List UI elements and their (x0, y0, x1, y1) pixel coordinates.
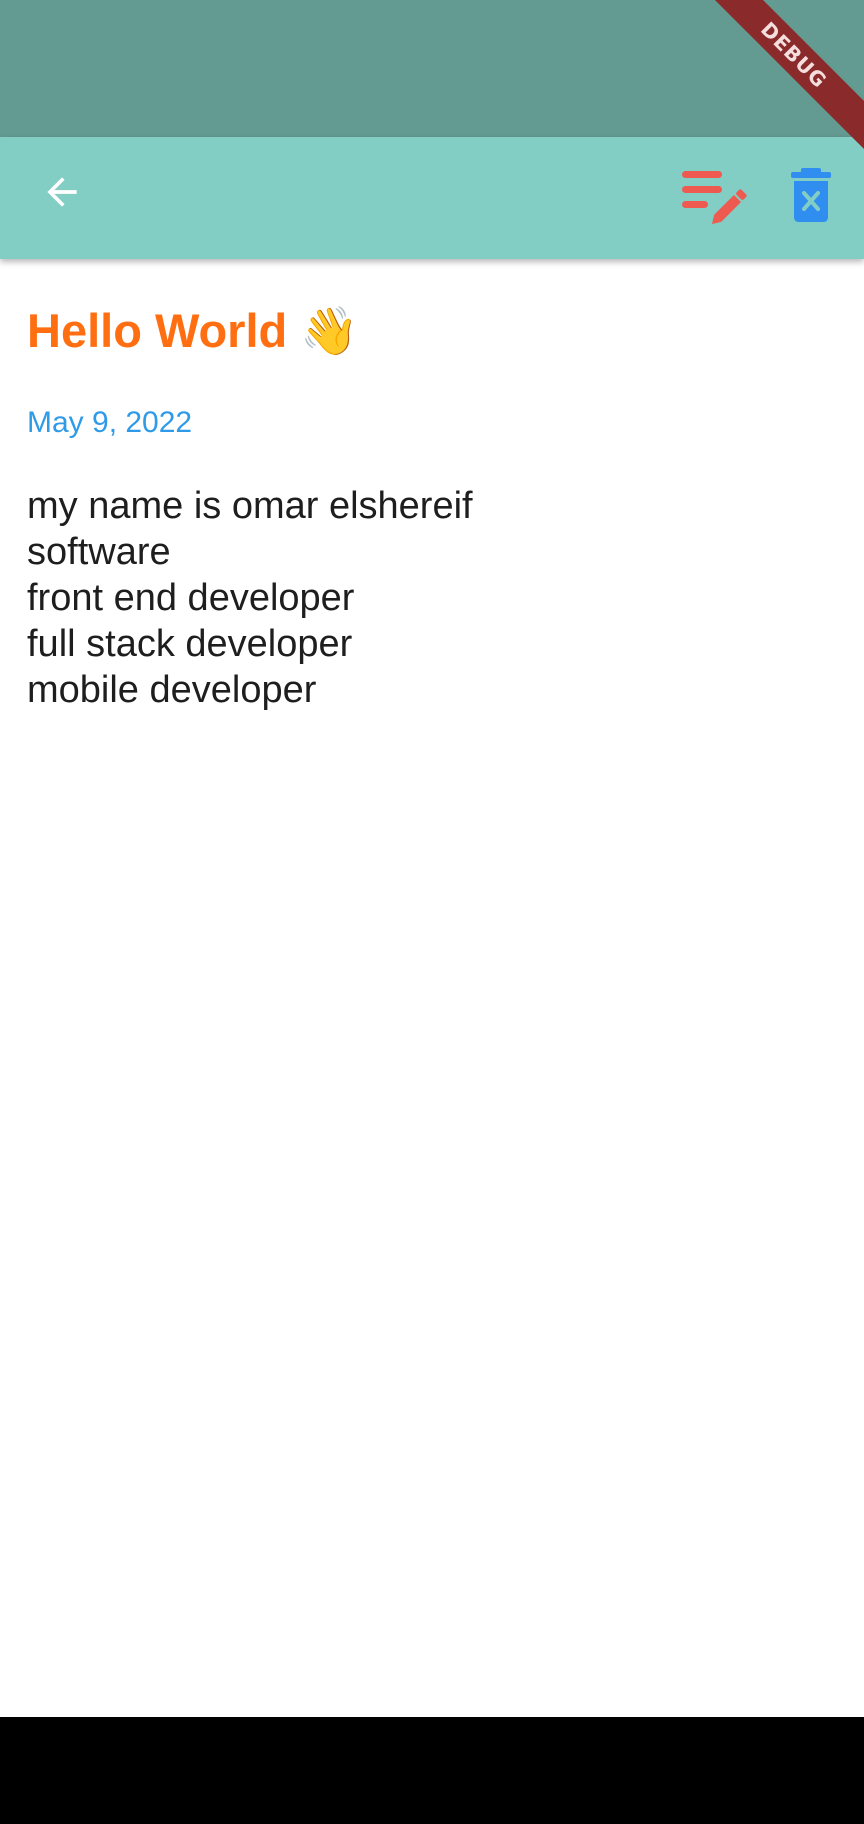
note-body: my name is omar elshereif software front… (27, 485, 473, 711)
note-title: Hello World 👋 (27, 304, 359, 357)
delete-note-button[interactable] (780, 159, 842, 231)
edit-note-icon (682, 171, 747, 224)
app-bar (0, 137, 864, 259)
arrow-left-icon (47, 177, 77, 207)
system-navigation-bar (0, 1717, 864, 1824)
note-content: Hello World 👋 May 9, 2022 my name is oma… (0, 259, 864, 1717)
note-detail-screen: DEBUG Hello World 👋 May 9, 2022 my name … (0, 0, 864, 1824)
edit-note-button[interactable] (672, 159, 752, 231)
status-bar (0, 0, 864, 137)
back-button[interactable] (26, 156, 98, 228)
delete-forever-icon (791, 168, 831, 222)
note-date: May 9, 2022 (27, 406, 193, 439)
